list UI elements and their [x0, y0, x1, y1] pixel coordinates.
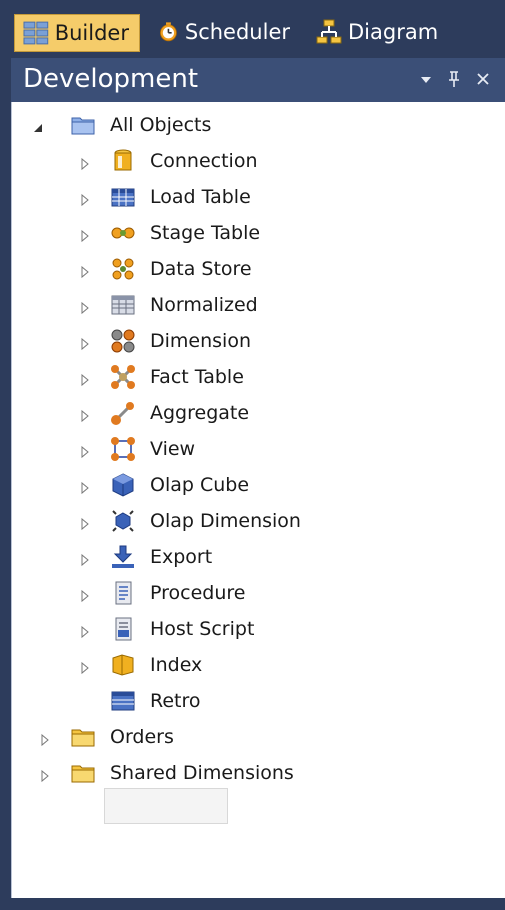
- fact-table-icon: [111, 365, 135, 389]
- tree-node-label: View: [150, 438, 196, 460]
- tree-node-orders[interactable]: Orders: [70, 720, 174, 754]
- collapsed-arrow-icon[interactable]: [78, 301, 92, 315]
- tree-node-view[interactable]: View: [110, 432, 195, 466]
- chevron-down-icon: [421, 77, 431, 83]
- expanded-arrow-icon[interactable]: [31, 121, 45, 135]
- tree-node-label: Retro: [150, 690, 201, 712]
- tree-node-all-objects[interactable]: All Objects: [70, 108, 211, 142]
- tree-node-data-store[interactable]: Data Store: [110, 252, 252, 286]
- tree-node-label: Fact Table: [150, 366, 244, 388]
- collapsed-arrow-icon[interactable]: [78, 337, 92, 351]
- tree-node-export[interactable]: Export: [110, 540, 212, 574]
- collapsed-arrow-icon[interactable]: [78, 373, 92, 387]
- panel-header: Development: [11, 58, 505, 102]
- tree-node-retro[interactable]: Retro: [110, 684, 201, 718]
- tree-node-label: Export: [150, 546, 213, 568]
- tree-node-shared-dimensions[interactable]: Shared Dimensions: [70, 756, 294, 790]
- tree-node-connection[interactable]: Connection: [110, 144, 258, 178]
- tree-node-label: Stage Table: [150, 222, 261, 244]
- tree-node-stage-table[interactable]: Stage Table: [110, 216, 260, 250]
- tab-builder[interactable]: Builder: [14, 14, 140, 52]
- connection-icon: [114, 149, 132, 171]
- folder-blue-icon: [71, 117, 95, 135]
- close-icon: [477, 73, 489, 85]
- app-window: Builder Scheduler Diagram Development Al…: [0, 0, 505, 910]
- tree-node-label: Aggregate: [150, 402, 250, 424]
- tab-scheduler[interactable]: Scheduler: [150, 14, 300, 50]
- bottom-frame: [0, 898, 505, 910]
- view-icon: [111, 437, 135, 461]
- tree-node-label: Index: [150, 654, 203, 676]
- aggregate-icon: [111, 402, 134, 425]
- panel-close-button[interactable]: [473, 68, 493, 90]
- tab-scheduler-label: Scheduler: [184, 20, 290, 44]
- collapsed-arrow-icon[interactable]: [78, 625, 92, 639]
- panel-title: Development: [23, 64, 199, 94]
- tree-node-label: Normalized: [150, 294, 258, 316]
- tree-node-fact-table[interactable]: Fact Table: [110, 360, 244, 394]
- panel-pin-button[interactable]: [444, 68, 464, 90]
- olap-dimension-icon: [112, 510, 134, 532]
- folder-yellow-icon: [71, 765, 95, 783]
- tree-node-label: Shared Dimensions: [110, 762, 294, 784]
- tree-node-dimension[interactable]: Dimension: [110, 324, 251, 358]
- tree-node-label: Olap Cube: [150, 474, 250, 496]
- tree-node-normalized[interactable]: Normalized: [110, 288, 258, 322]
- tab-diagram-label: Diagram: [348, 20, 439, 44]
- panel-dropdown-button[interactable]: [416, 68, 436, 90]
- dimension-icon: [111, 329, 135, 353]
- index-icon: [112, 654, 134, 676]
- collapsed-arrow-icon[interactable]: [78, 445, 92, 459]
- tree-node-procedure[interactable]: Procedure: [110, 576, 245, 610]
- collapsed-arrow-icon[interactable]: [78, 589, 92, 603]
- tab-strip: Builder Scheduler Diagram: [0, 0, 505, 58]
- collapsed-arrow-icon[interactable]: [78, 517, 92, 531]
- collapsed-arrow-icon[interactable]: [78, 481, 92, 495]
- pin-icon: [449, 71, 459, 87]
- collapsed-arrow-icon[interactable]: [38, 769, 52, 783]
- clock-icon: [160, 22, 177, 42]
- collapsed-arrow-icon[interactable]: [78, 193, 92, 207]
- collapsed-arrow-icon[interactable]: [38, 733, 52, 747]
- tree-node-label: Host Script: [150, 618, 255, 640]
- collapsed-arrow-icon[interactable]: [78, 661, 92, 675]
- collapsed-arrow-icon[interactable]: [78, 157, 92, 171]
- host-script-icon: [115, 617, 132, 641]
- tree-node-label: Load Table: [150, 186, 251, 208]
- load-table-icon: [111, 188, 135, 207]
- tree-node-label: Connection: [150, 150, 258, 172]
- folder-yellow-icon: [71, 729, 95, 747]
- tree-node-label: All Objects: [110, 114, 212, 136]
- tree-node-label: Olap Dimension: [150, 510, 301, 532]
- tree-node-index[interactable]: Index: [110, 648, 202, 682]
- tree-node-host-script[interactable]: Host Script: [110, 612, 254, 646]
- collapsed-arrow-icon[interactable]: [78, 229, 92, 243]
- export-icon: [112, 545, 134, 568]
- data-store-icon: [112, 258, 134, 280]
- diagram-icon: [316, 19, 342, 44]
- tree-node-label: Dimension: [150, 330, 251, 352]
- retro-icon: [111, 691, 135, 711]
- tree-node-label: Orders: [110, 726, 174, 748]
- object-tree[interactable]: All Objects Connection Load Table Stage …: [11, 102, 505, 898]
- tab-diagram[interactable]: Diagram: [308, 14, 458, 50]
- olap-cube-icon: [112, 473, 134, 497]
- tree-node-aggregate[interactable]: Aggregate: [110, 396, 249, 430]
- collapsed-arrow-icon[interactable]: [78, 409, 92, 423]
- builder-icon: [23, 21, 49, 45]
- tree-node-label: Procedure: [150, 582, 246, 604]
- tree-node-load-table[interactable]: Load Table: [110, 180, 251, 214]
- collapsed-arrow-icon[interactable]: [78, 553, 92, 567]
- tab-builder-label: Builder: [54, 21, 129, 45]
- tree-node-olap-cube[interactable]: Olap Cube: [110, 468, 249, 502]
- normalized-icon: [111, 295, 135, 315]
- tree-node-label: Data Store: [150, 258, 252, 280]
- tree-node-olap-dimension[interactable]: Olap Dimension: [110, 504, 301, 538]
- stage-table-icon: [111, 227, 135, 239]
- collapsed-arrow-icon[interactable]: [78, 265, 92, 279]
- procedure-icon: [115, 581, 132, 605]
- selection-highlight: [104, 788, 228, 824]
